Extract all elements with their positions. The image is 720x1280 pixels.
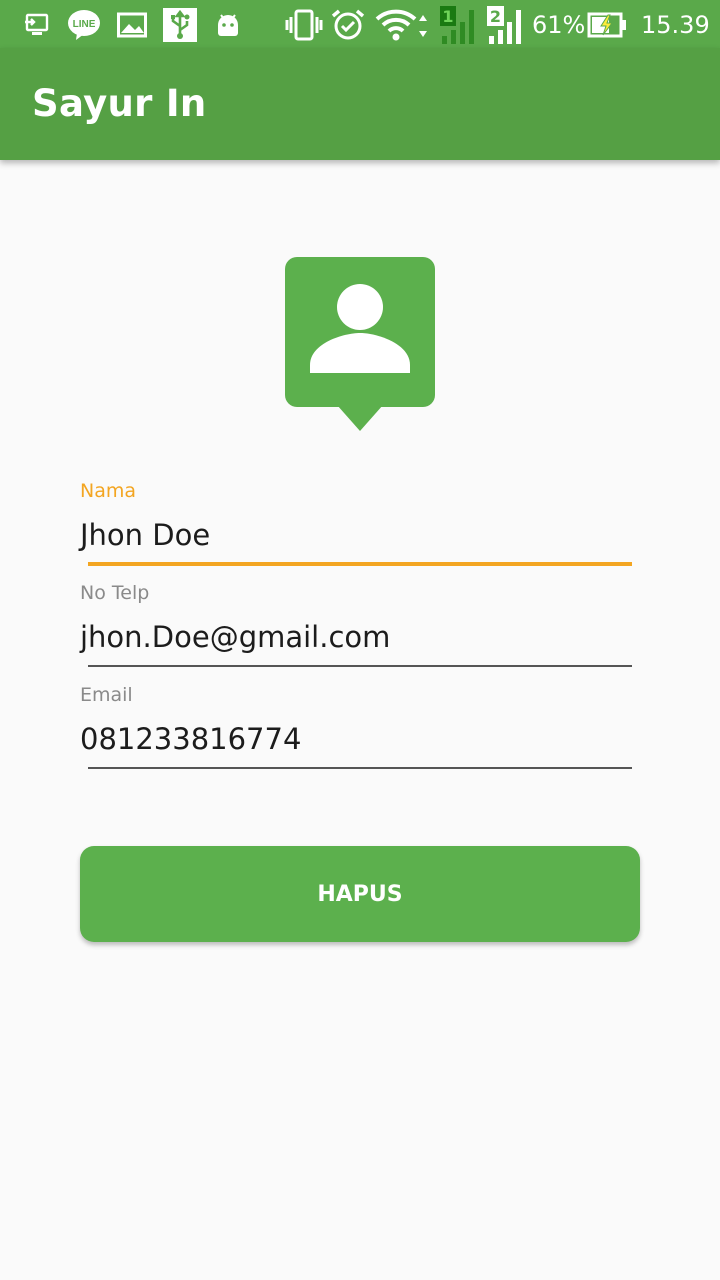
delete-button[interactable]: HAPUS	[80, 846, 640, 942]
name-label: Nama	[80, 480, 137, 502]
delete-button-label: HAPUS	[317, 881, 403, 907]
cast-icon	[22, 10, 50, 40]
alarm-icon	[330, 9, 366, 40]
email-input[interactable]: 081233816774	[80, 722, 301, 756]
battery-charging-icon	[587, 10, 627, 40]
phone-input[interactable]: jhon.Doe@gmail.com	[80, 620, 390, 654]
name-field[interactable]: Nama Jhon Doe	[80, 480, 640, 570]
email-label: Email	[80, 684, 133, 706]
name-input[interactable]: Jhon Doe	[80, 518, 210, 552]
phone-field[interactable]: No Telp jhon.Doe@gmail.com	[80, 582, 640, 672]
vibrate-icon	[285, 9, 323, 41]
phone-label: No Telp	[80, 582, 150, 604]
wifi-icon	[375, 9, 433, 41]
app-title: Sayur In	[32, 82, 207, 125]
email-field[interactable]: Email 081233816774	[80, 684, 640, 774]
email-underline	[88, 767, 632, 769]
svg-text:LINE: LINE	[73, 19, 96, 30]
contact-avatar-icon	[285, 257, 435, 433]
usb-icon	[163, 8, 197, 42]
signal-sim1-icon: 1	[438, 6, 478, 44]
line-app-icon: LINE	[67, 10, 101, 40]
android-debug-icon	[214, 10, 242, 40]
image-icon	[117, 10, 147, 40]
battery-percent: 61%	[532, 11, 586, 39]
svg-text:2: 2	[490, 7, 501, 26]
phone-underline	[88, 665, 632, 667]
svg-text:1: 1	[442, 7, 453, 26]
name-underline	[88, 562, 632, 566]
signal-sim2-icon: 2	[486, 6, 524, 44]
clock: 15.39	[641, 11, 710, 39]
app-bar: Sayur In	[0, 48, 720, 160]
status-bar: LINE 1 2 61% 15.39	[0, 0, 720, 48]
